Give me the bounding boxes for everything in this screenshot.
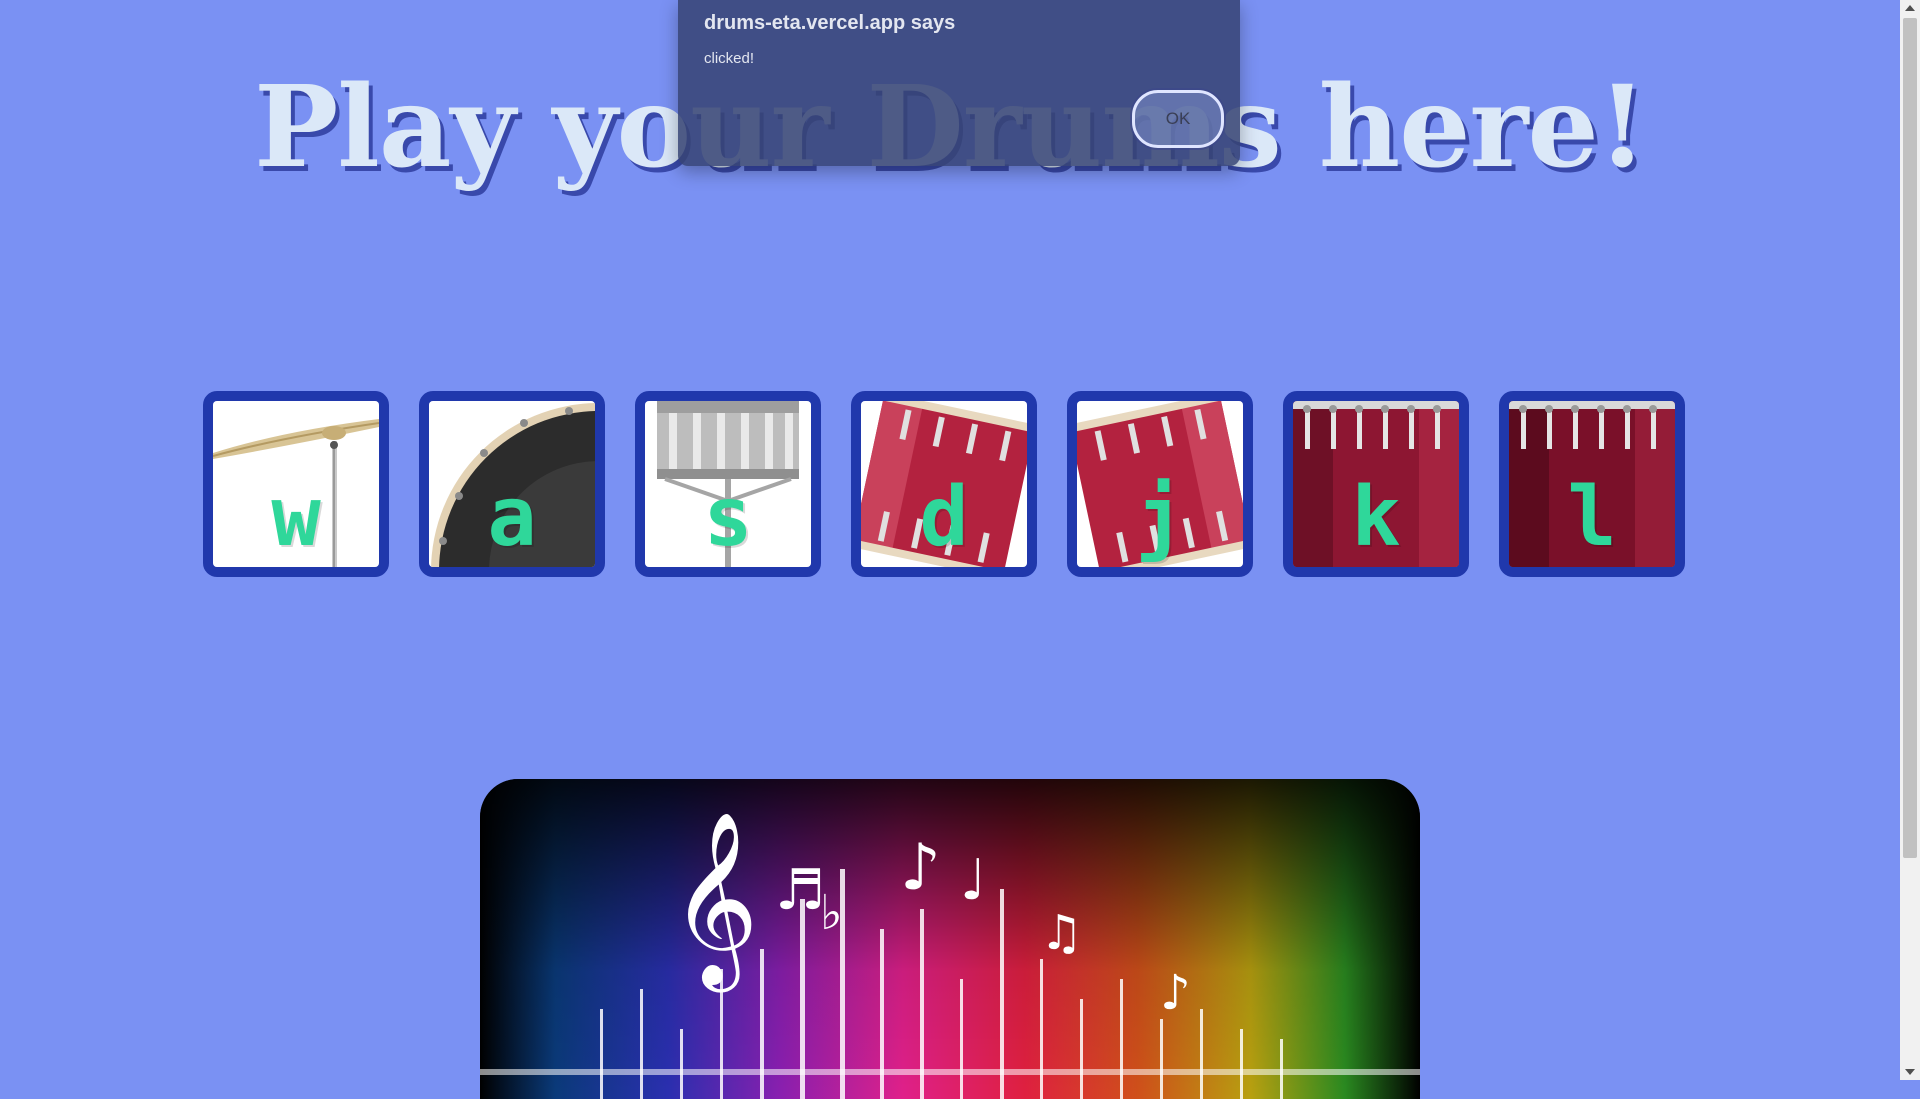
svg-text:𝄞: 𝄞 <box>670 811 759 993</box>
page-scrollbar[interactable] <box>1900 0 1920 1080</box>
drum-button-d[interactable]: d <box>851 391 1037 577</box>
drum-button-k[interactable]: k <box>1283 391 1469 577</box>
scrollbar-thumb[interactable] <box>1903 18 1917 858</box>
drum-key-label: l <box>1567 470 1617 565</box>
svg-text:♪: ♪ <box>1160 965 1191 1021</box>
svg-text:♫: ♫ <box>1040 905 1083 961</box>
drum-key-label: s <box>703 470 753 565</box>
music-banner-image: 𝄞 ♬ ♪ ♭ ♩ ♪ ♫ <box>480 779 1420 1099</box>
svg-text:♭: ♭ <box>820 885 843 941</box>
scroll-down-icon[interactable] <box>1905 1069 1915 1075</box>
alert-message: clicked! <box>704 50 755 67</box>
drum-button-l[interactable]: l <box>1499 391 1685 577</box>
alert-origin: drums-eta.vercel.app says <box>704 12 956 34</box>
drum-button-a[interactable]: a <box>419 391 605 577</box>
drum-key-label: d <box>919 470 969 565</box>
drum-button-s[interactable]: s <box>635 391 821 577</box>
drum-key-label: a <box>487 470 537 565</box>
alert-ok-button[interactable]: OK <box>1132 90 1224 148</box>
drum-key-label: j <box>1135 470 1185 565</box>
drum-key-label: k <box>1351 470 1401 565</box>
drum-key-label: w <box>271 470 321 565</box>
svg-text:♪: ♪ <box>900 831 941 905</box>
drum-button-w[interactable]: w <box>203 391 389 577</box>
scroll-up-icon[interactable] <box>1905 5 1915 11</box>
svg-text:♩: ♩ <box>960 848 986 913</box>
drum-button-j[interactable]: j <box>1067 391 1253 577</box>
music-banner-art: 𝄞 ♬ ♪ ♭ ♩ ♪ ♫ <box>480 779 1420 1099</box>
alert-dialog: drums-eta.vercel.app says clicked! OK <box>678 0 1240 166</box>
svg-text:♬: ♬ <box>775 858 825 923</box>
drum-set: w a s d j k l <box>203 391 1685 577</box>
